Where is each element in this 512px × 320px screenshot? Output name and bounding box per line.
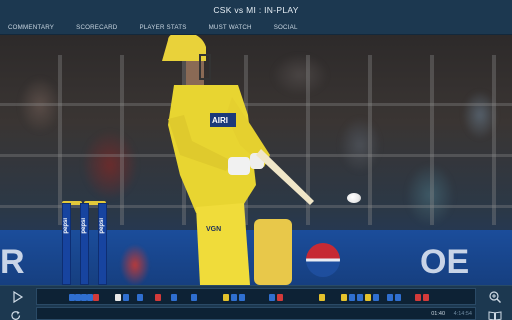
stump-text: pepsi: [81, 218, 87, 234]
timeline-event-marker[interactable]: [239, 294, 245, 301]
face: [186, 61, 204, 85]
jersey-text: AIRI: [212, 116, 228, 125]
timeline-event-marker[interactable]: [115, 294, 121, 301]
match-title-text: CSK vs MI : IN-PLAY: [213, 5, 299, 15]
pads-text: VGN: [206, 226, 221, 233]
zoom-in-icon: [489, 291, 501, 303]
timeline-event-marker[interactable]: [319, 294, 325, 301]
timeline-event-marker[interactable]: [81, 294, 87, 301]
timeline-event-marker[interactable]: [93, 294, 99, 301]
bat: [256, 149, 314, 205]
tab-commentary[interactable]: COMMENTARY: [8, 24, 54, 31]
total-time: 4:14:54: [453, 311, 472, 317]
stumps: pepsi pepsi pepsi: [62, 201, 108, 285]
timeline-event-marker[interactable]: [349, 294, 355, 301]
timeline-event-marker[interactable]: [87, 294, 93, 301]
match-title: CSK vs MI : IN-PLAY: [0, 0, 512, 20]
timeline-event-marker[interactable]: [123, 294, 129, 301]
timeline-event-marker[interactable]: [171, 294, 177, 301]
play-button[interactable]: [10, 290, 24, 304]
timeline-event-marker[interactable]: [415, 294, 421, 301]
trousers: [196, 203, 250, 285]
gloves: [228, 157, 250, 175]
timeline-event-marker[interactable]: [223, 294, 229, 301]
refresh-button[interactable]: [10, 308, 22, 320]
timeline-event-marker[interactable]: [365, 294, 371, 301]
timeline-event-marker[interactable]: [373, 294, 379, 301]
video-frame[interactable]: R OE pepsi pepsi pepsi AIRI VGN: [0, 35, 512, 285]
board-text-left: R: [0, 243, 25, 281]
timeline-event-marker[interactable]: [75, 294, 81, 301]
board-text-right: OE: [420, 243, 470, 281]
tab-scorecard[interactable]: SCORECARD: [76, 24, 117, 31]
timeline-event-marker[interactable]: [341, 294, 347, 301]
time-bar: 01:40 4:14:54: [36, 307, 476, 320]
event-markers: [69, 294, 429, 301]
play-icon: [13, 290, 24, 304]
book-icon: [488, 311, 502, 320]
refresh-icon: [11, 311, 21, 320]
timeline-event-marker[interactable]: [191, 294, 197, 301]
stump-text: pepsi: [99, 218, 105, 234]
player-controls: 01:40 4:14:54: [0, 285, 512, 320]
zoom-button[interactable]: [488, 290, 502, 304]
tab-player-stats[interactable]: PLAYER STATS: [139, 24, 186, 31]
stump-text: pepsi: [63, 218, 69, 234]
current-time: 01:40: [431, 311, 445, 317]
stump-left: pepsi: [62, 203, 71, 285]
highlights-book-button[interactable]: [488, 308, 502, 320]
batting-pads: [254, 219, 292, 285]
timeline-event-marker[interactable]: [277, 294, 283, 301]
nav-tabs: COMMENTARY SCORECARD PLAYER STATS MUST W…: [0, 20, 512, 35]
stump-right: pepsi: [98, 203, 107, 285]
timeline-event-marker[interactable]: [387, 294, 393, 301]
timeline-event-marker[interactable]: [357, 294, 363, 301]
timeline-event-marker[interactable]: [231, 294, 237, 301]
batsman: AIRI VGN: [162, 35, 314, 285]
tab-social[interactable]: SOCIAL: [274, 24, 298, 31]
timeline-event-marker[interactable]: [137, 294, 143, 301]
timeline-event-marker[interactable]: [269, 294, 275, 301]
cricket-ball: [347, 193, 361, 203]
stump-middle: pepsi: [80, 203, 89, 285]
timeline-event-marker[interactable]: [69, 294, 75, 301]
timeline-event-marker[interactable]: [395, 294, 401, 301]
timeline-event-marker[interactable]: [155, 294, 161, 301]
timeline-track[interactable]: [36, 288, 476, 305]
timeline-event-marker[interactable]: [423, 294, 429, 301]
tab-must-watch[interactable]: MUST WATCH: [209, 24, 252, 31]
